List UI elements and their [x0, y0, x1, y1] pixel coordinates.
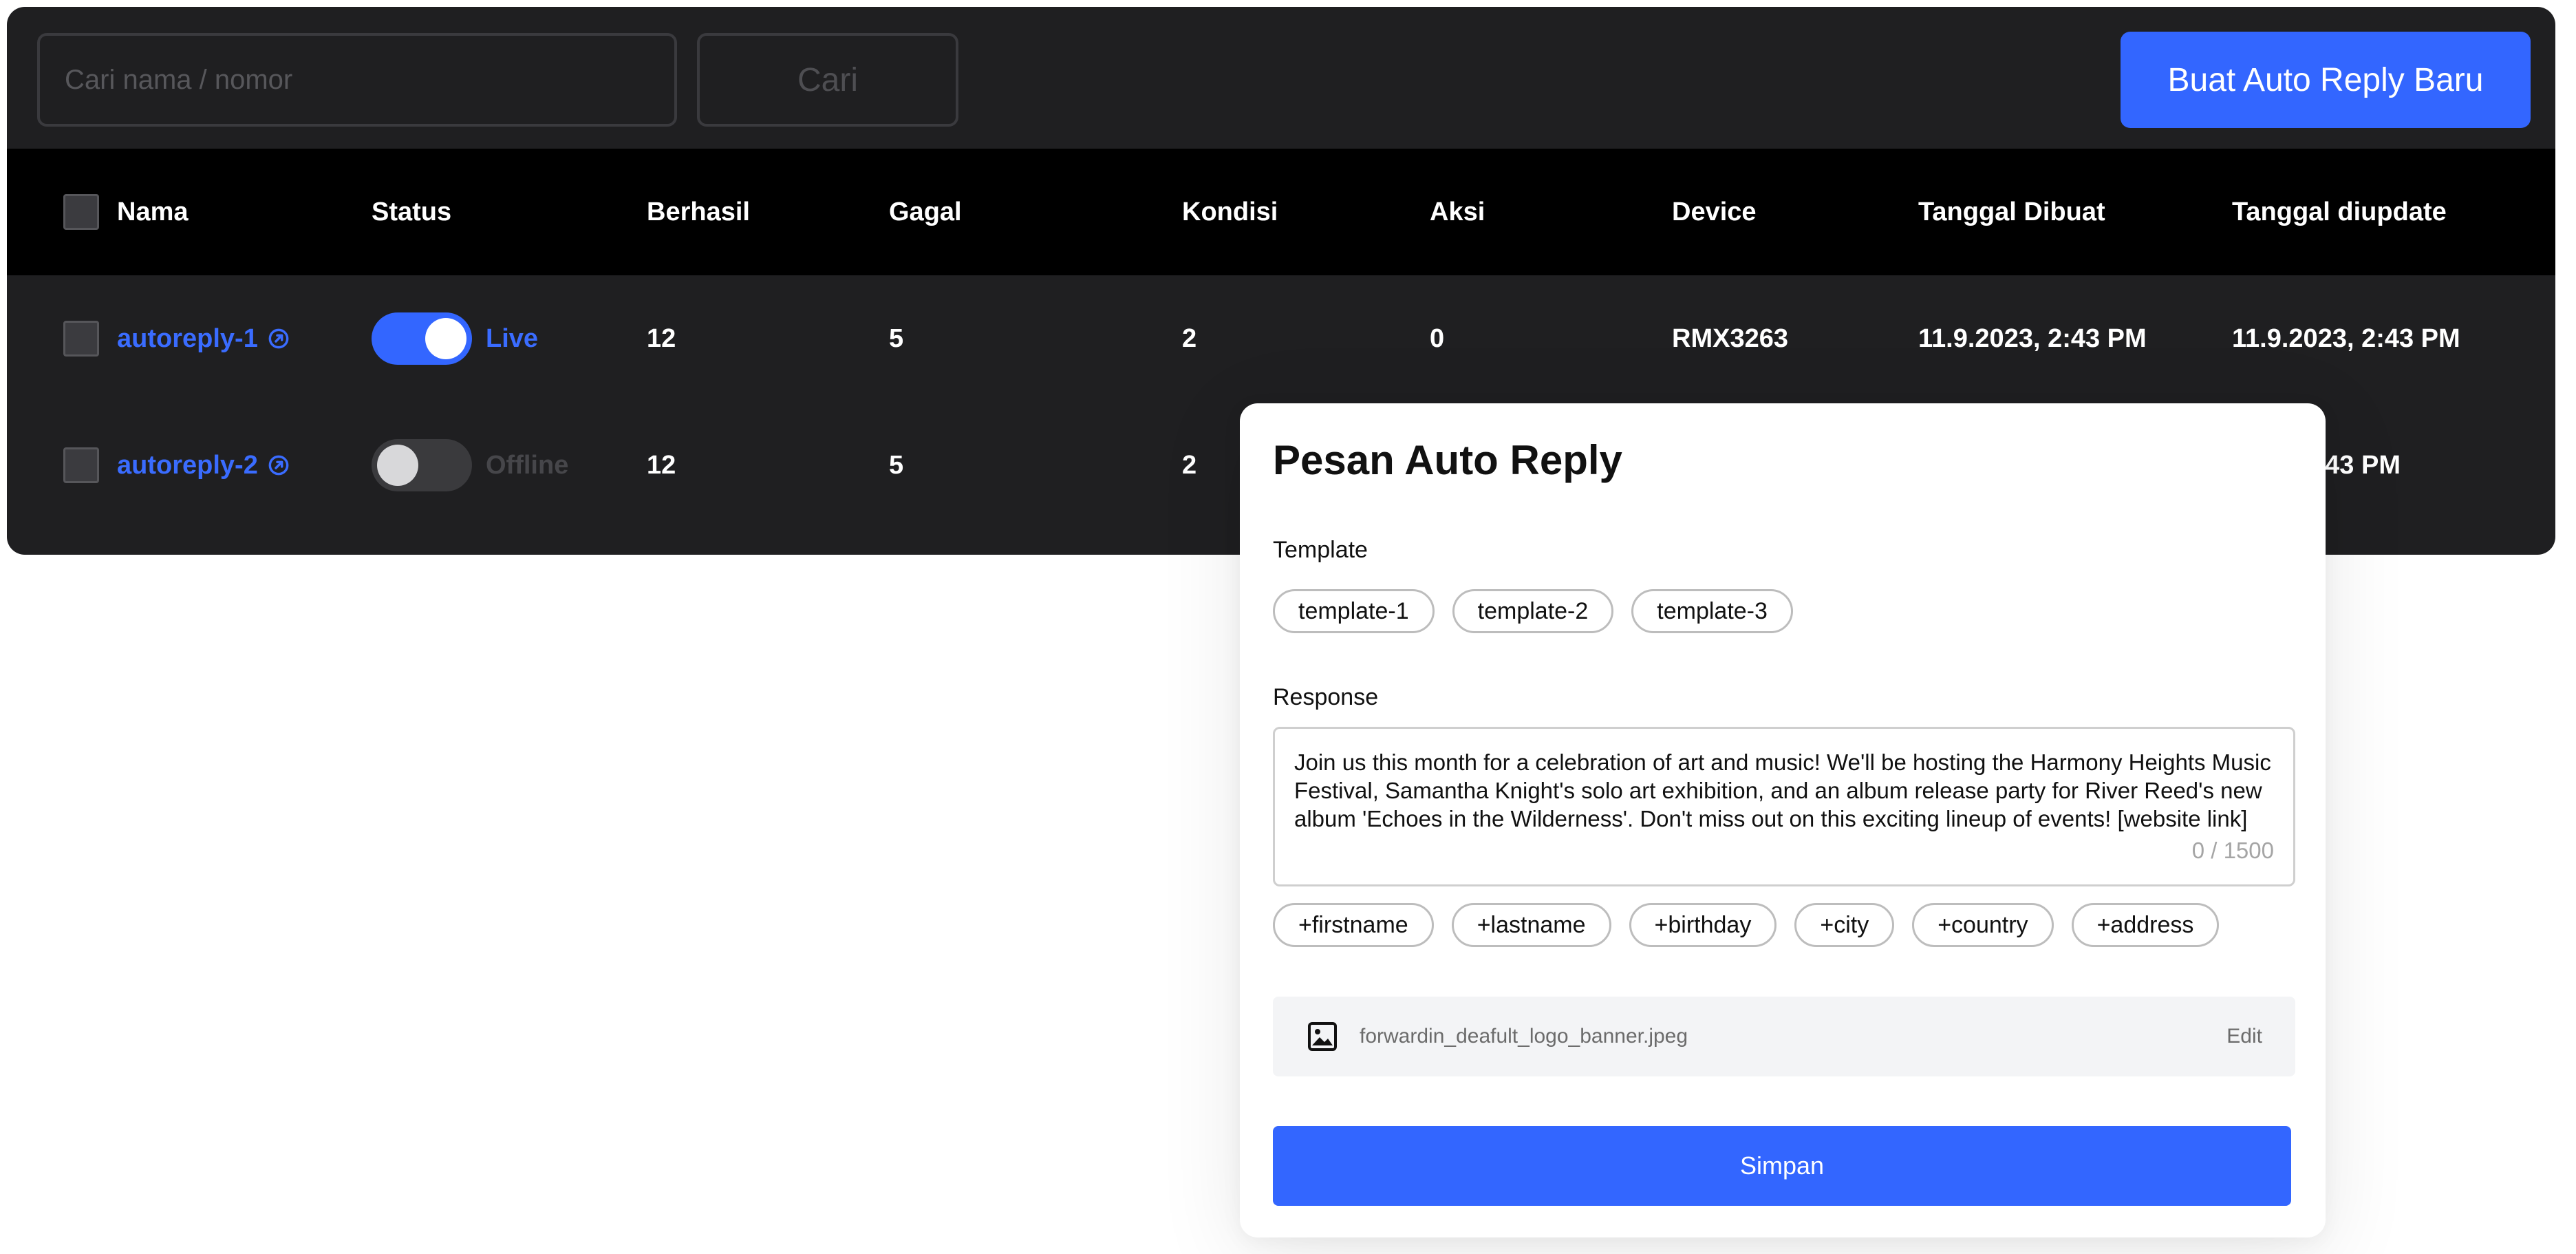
status-cell: Live	[372, 275, 538, 402]
column-header-kondisi: Kondisi	[1182, 197, 1278, 226]
table-row: autoreply-1 Live 12 5 2 0 RMX3263 11.9.2…	[7, 275, 2555, 402]
variable-chip-birthday[interactable]: +birthday	[1629, 903, 1777, 947]
image-icon	[1308, 1022, 1337, 1051]
autoreply-name: autoreply-2	[117, 450, 258, 480]
response-text: Join us this month for a celebration of …	[1294, 750, 2271, 831]
external-link-icon	[268, 328, 289, 349]
external-link-icon	[268, 455, 289, 476]
autoreply-name-link[interactable]: autoreply-1	[117, 324, 290, 354]
create-autoreply-button[interactable]: Buat Auto Reply Baru	[2121, 32, 2531, 128]
save-button[interactable]: Simpan	[1273, 1126, 2291, 1206]
template-chip[interactable]: template-2	[1452, 589, 1614, 633]
response-label: Response	[1273, 684, 1379, 710]
column-header-berhasil: Berhasil	[647, 197, 750, 226]
column-header-nama: Nama	[117, 197, 189, 226]
template-label: Template	[1273, 537, 1368, 563]
created-date: 11.9.2023, 2:43 PM	[1918, 323, 2147, 353]
column-header-gagal: Gagal	[889, 197, 962, 226]
column-header-status: Status	[372, 197, 452, 226]
device-value: RMX3263	[1672, 323, 1788, 353]
attachment-filename: forwardin_deafult_logo_banner.jpeg	[1360, 1025, 1688, 1048]
autoreply-name-link[interactable]: autoreply-2	[117, 451, 290, 480]
variable-chip-list: +firstname +lastname +birthday +city +co…	[1273, 903, 2220, 947]
berhasil-value: 12	[647, 450, 676, 480]
attachment-bar: forwardin_deafult_logo_banner.jpeg Edit	[1273, 997, 2295, 1076]
search-input[interactable]	[37, 33, 677, 127]
gagal-value: 5	[889, 323, 904, 353]
aksi-value: 0	[1430, 323, 1445, 353]
column-header-device: Device	[1672, 197, 1757, 226]
variable-chip-country[interactable]: +country	[1912, 903, 2054, 947]
auto-reply-message-dialog: Pesan Auto Reply Template template-1 tem…	[1240, 403, 2326, 1237]
kondisi-value: 2	[1182, 323, 1197, 353]
status-label: Live	[486, 323, 539, 353]
template-chip-list: template-1 template-2 template-3	[1273, 589, 1793, 633]
name-cell: autoreply-1	[117, 275, 290, 402]
row-checkbox[interactable]	[63, 321, 99, 357]
status-toggle[interactable]	[372, 439, 472, 491]
variable-chip-firstname[interactable]: +firstname	[1273, 903, 1434, 947]
updated-date: 11.9.2023, 2:43 PM	[2232, 323, 2460, 353]
variable-chip-city[interactable]: +city	[1794, 903, 1895, 947]
status-label: Offline	[486, 450, 569, 480]
variable-chip-lastname[interactable]: +lastname	[1451, 903, 1611, 947]
status-cell: Offline	[372, 402, 568, 529]
table-header: Nama Status Berhasil Gagal Kondisi Aksi …	[7, 149, 2555, 275]
column-header-aksi: Aksi	[1430, 197, 1485, 226]
char-counter: 0 / 1500	[2191, 838, 2274, 863]
kondisi-value: 2	[1182, 450, 1197, 480]
column-header-tanggal-dibuat: Tanggal Dibuat	[1918, 197, 2105, 226]
select-all-checkbox[interactable]	[63, 194, 99, 230]
toggle-knob	[377, 445, 418, 486]
template-chip[interactable]: template-3	[1631, 589, 1793, 633]
berhasil-value: 12	[647, 323, 676, 353]
autoreply-name: autoreply-1	[117, 323, 258, 353]
response-textarea[interactable]: Join us this month for a celebration of …	[1273, 727, 2295, 886]
gagal-value: 5	[889, 450, 904, 480]
search-button[interactable]: Cari	[697, 33, 958, 127]
row-checkbox[interactable]	[63, 447, 99, 483]
toggle-knob	[425, 318, 466, 359]
status-toggle[interactable]	[372, 312, 472, 365]
attachment-edit-link[interactable]: Edit	[2226, 1025, 2262, 1048]
name-cell: autoreply-2	[117, 402, 290, 529]
template-chip[interactable]: template-1	[1273, 589, 1435, 633]
variable-chip-address[interactable]: +address	[2071, 903, 2220, 947]
column-header-tanggal-diupdate: Tanggal diupdate	[2232, 197, 2447, 226]
dialog-title: Pesan Auto Reply	[1273, 437, 1622, 483]
